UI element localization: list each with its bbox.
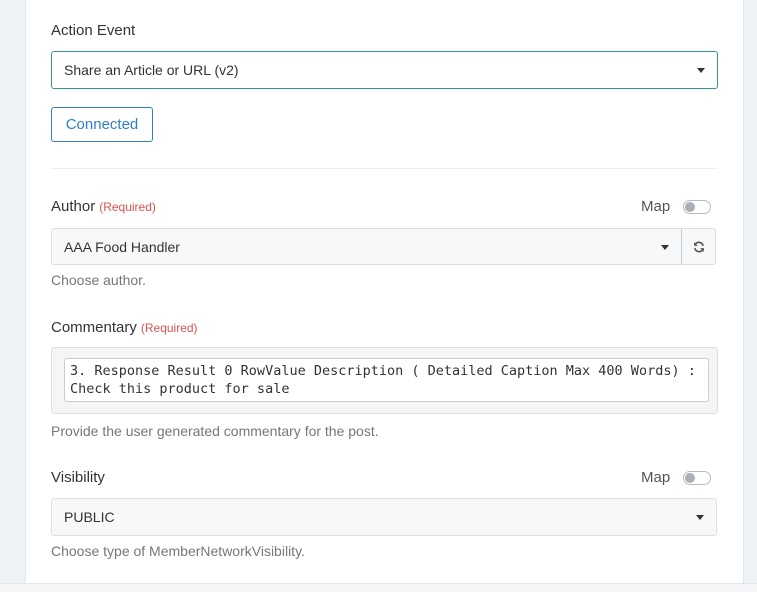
author-map-control: Map <box>641 198 712 215</box>
author-refresh-button[interactable] <box>681 228 716 265</box>
author-help: Choose author. <box>51 272 146 288</box>
commentary-input[interactable]: 3. Response Result 0 RowValue Descriptio… <box>64 358 709 402</box>
toggle-knob <box>685 201 696 212</box>
author-select[interactable]: AAA Food Handler <box>51 228 682 265</box>
visibility-value: PUBLIC <box>64 509 115 525</box>
commentary-field: 3. Response Result 0 RowValue Descriptio… <box>51 347 718 414</box>
action-event-label: Action Event <box>51 22 136 39</box>
visibility-map-label: Map <box>641 469 671 486</box>
author-value: AAA Food Handler <box>64 238 180 255</box>
author-label-text: Author <box>51 198 96 215</box>
action-event-value: Share an Article or URL (v2) <box>64 62 239 78</box>
visibility-select[interactable]: PUBLIC <box>51 498 717 536</box>
section-divider <box>51 168 718 169</box>
chevron-down-icon <box>661 244 669 250</box>
visibility-help: Choose type of MemberNetworkVisibility. <box>51 543 305 559</box>
toggle-knob <box>685 472 696 483</box>
visibility-map-control: Map <box>641 469 712 486</box>
commentary-help: Provide the user generated commentary fo… <box>51 423 379 439</box>
chevron-down-icon <box>697 68 705 73</box>
page-background <box>0 583 757 592</box>
visibility-label: Visibility <box>51 469 105 486</box>
action-event-select[interactable]: Share an Article or URL (v2) <box>51 51 718 89</box>
connected-button[interactable]: Connected <box>51 107 153 142</box>
chevron-down-icon <box>696 515 704 520</box>
author-map-toggle[interactable] <box>683 199 712 214</box>
author-map-label: Map <box>641 198 671 215</box>
settings-panel: Action Event Share an Article or URL (v2… <box>25 0 744 583</box>
commentary-required-badge: (Required) <box>140 321 198 335</box>
commentary-label: Commentary (Required) <box>51 319 198 336</box>
author-required-badge: (Required) <box>99 200 156 214</box>
commentary-label-text: Commentary <box>51 319 137 336</box>
refresh-icon <box>693 241 704 252</box>
author-label: Author (Required) <box>51 198 156 215</box>
visibility-map-toggle[interactable] <box>683 470 712 485</box>
